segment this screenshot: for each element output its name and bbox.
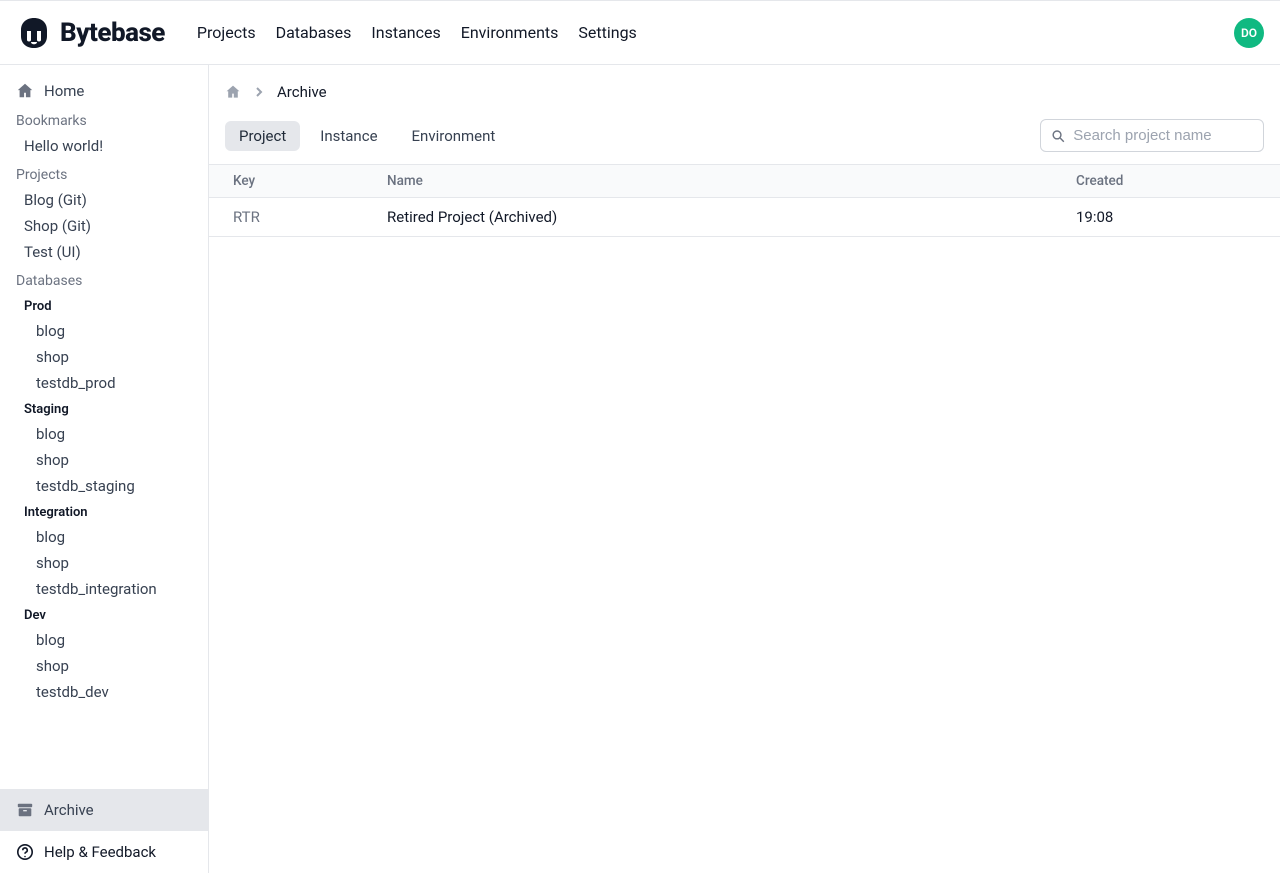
sidebar-db-integration-testdb[interactable]: testdb_integration (0, 576, 208, 602)
sidebar-project-test-ui[interactable]: Test (UI) (0, 239, 208, 265)
sidebar-db-staging-shop[interactable]: shop (0, 447, 208, 473)
th-key: Key (209, 173, 387, 189)
tab-project[interactable]: Project (225, 121, 300, 151)
sidebar-env-staging: Staging (0, 396, 208, 421)
sidebar-help[interactable]: Help & Feedback (0, 831, 208, 873)
table-header: Key Name Created (209, 164, 1280, 198)
sidebar-help-label: Help & Feedback (44, 843, 156, 861)
archive-icon (16, 801, 34, 819)
sidebar-project-blog-git[interactable]: Blog (Git) (0, 187, 208, 213)
sidebar-db-integration-shop[interactable]: shop (0, 550, 208, 576)
avatar[interactable]: DO (1234, 18, 1264, 48)
sidebar-db-prod-blog[interactable]: blog (0, 318, 208, 344)
nav-environments[interactable]: Environments (461, 23, 559, 42)
sidebar-db-integration-blog[interactable]: blog (0, 524, 208, 550)
brand-icon (16, 15, 52, 51)
sidebar-env-integration: Integration (0, 499, 208, 524)
sidebar-db-dev-blog[interactable]: blog (0, 627, 208, 653)
breadcrumb-home-icon[interactable] (225, 84, 241, 100)
nav-databases[interactable]: Databases (276, 23, 352, 42)
sidebar-db-staging-testdb[interactable]: testdb_staging (0, 473, 208, 499)
breadcrumb-current: Archive (277, 83, 327, 101)
cell-key: RTR (209, 208, 387, 226)
breadcrumb: Archive (209, 65, 1280, 111)
sidebar-projects-heading: Projects (0, 159, 208, 187)
sidebar-env-dev: Dev (0, 602, 208, 627)
chevron-right-icon (253, 86, 265, 98)
sidebar-archive-label: Archive (44, 801, 94, 819)
nav-settings[interactable]: Settings (578, 23, 636, 42)
nav-projects[interactable]: Projects (197, 23, 256, 42)
th-created: Created (1076, 173, 1280, 189)
brand-logo[interactable]: Bytebase (16, 15, 165, 51)
tab-instance[interactable]: Instance (306, 121, 391, 151)
sidebar-db-dev-shop[interactable]: shop (0, 653, 208, 679)
sidebar-db-staging-blog[interactable]: blog (0, 421, 208, 447)
table-row[interactable]: RTR Retired Project (Archived) 19:08 (209, 198, 1280, 237)
sidebar-project-shop-git[interactable]: Shop (Git) (0, 213, 208, 239)
home-icon (16, 82, 34, 100)
sidebar-db-prod-testdb[interactable]: testdb_prod (0, 370, 208, 396)
sidebar-env-prod: Prod (0, 293, 208, 318)
sidebar-bookmark-hello[interactable]: Hello world! (0, 133, 208, 159)
help-icon (16, 843, 34, 861)
sidebar-db-dev-testdb[interactable]: testdb_dev (0, 679, 208, 705)
nav-instances[interactable]: Instances (371, 23, 440, 42)
sidebar-bookmarks-heading: Bookmarks (0, 105, 208, 133)
th-name: Name (387, 173, 1076, 189)
search-icon (1051, 128, 1065, 144)
search-input[interactable] (1073, 127, 1253, 144)
brand-text: Bytebase (60, 18, 165, 48)
sidebar-db-prod-shop[interactable]: shop (0, 344, 208, 370)
tab-environment[interactable]: Environment (398, 121, 510, 151)
sidebar-home-label: Home (44, 82, 84, 100)
search-wrap[interactable] (1040, 119, 1264, 152)
sidebar-archive[interactable]: Archive (0, 789, 208, 831)
sidebar-databases-heading: Databases (0, 265, 208, 293)
sidebar-home[interactable]: Home (0, 77, 208, 105)
cell-created: 19:08 (1076, 208, 1280, 226)
cell-name: Retired Project (Archived) (387, 208, 1076, 226)
